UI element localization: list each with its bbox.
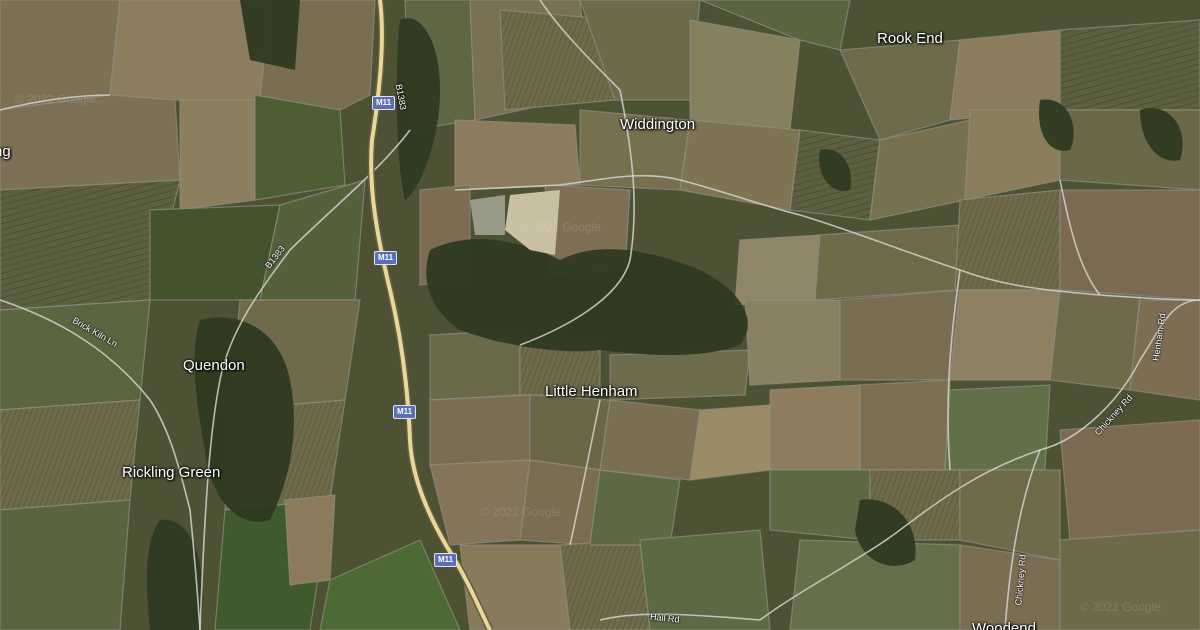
google-watermark: © 2022 Google	[520, 220, 601, 234]
satellite-map[interactable]: © 2022 Google © 2022 Google © 2022 Googl…	[0, 0, 1200, 630]
google-watermark: © 2022 Google	[1080, 600, 1161, 614]
place-label-widdington[interactable]: Widdington	[620, 116, 695, 133]
m11-shield: M11	[372, 96, 396, 110]
google-watermark: © 2022 Google	[15, 92, 96, 106]
google-watermark: © 2022 Google	[480, 505, 561, 519]
place-label-woodend[interactable]: Woodend	[972, 620, 1036, 630]
satellite-imagery	[0, 0, 1200, 630]
place-label-rickling-green[interactable]: Rickling Green	[122, 464, 220, 481]
place-label-cutoff[interactable]: ng	[0, 143, 11, 160]
place-label-quendon[interactable]: Quendon	[183, 357, 245, 374]
m11-shield: M11	[434, 553, 458, 567]
place-label-rook-end[interactable]: Rook End	[877, 30, 943, 47]
place-label-little-henham[interactable]: Little Henham	[545, 383, 638, 400]
m11-shield: M11	[374, 251, 398, 265]
m11-shield: M11	[393, 405, 417, 419]
